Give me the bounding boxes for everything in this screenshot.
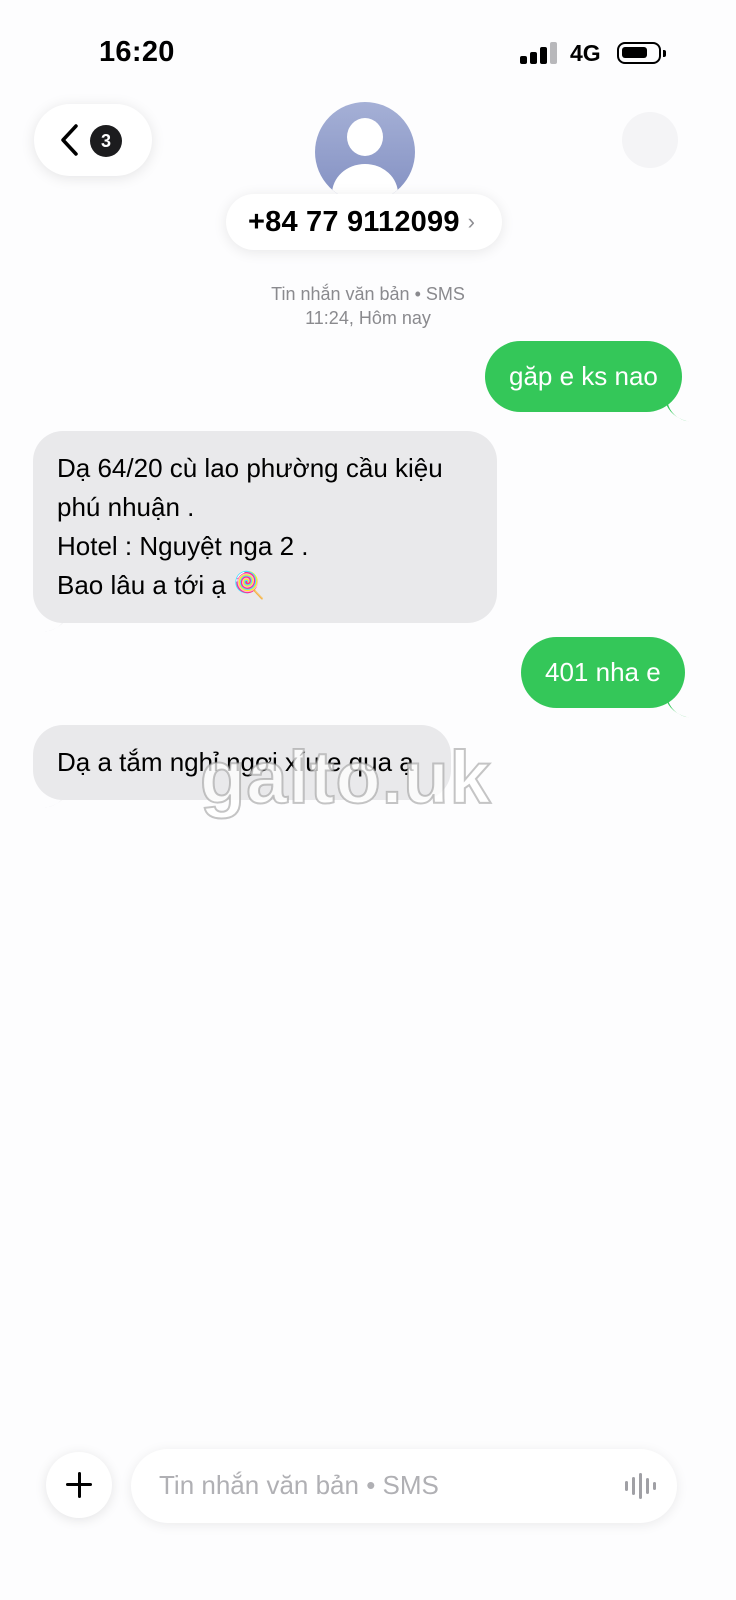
chevron-right-icon: › — [467, 209, 475, 234]
bubble-tail — [667, 400, 691, 422]
person-icon[interactable] — [315, 102, 415, 202]
video-call-button[interactable] — [622, 112, 678, 168]
message-input[interactable]: Tin nhắn văn bản • SMS — [131, 1449, 677, 1523]
incoming-message[interactable]: Dạ 64/20 cù lao phường cầu kiệu phú nhuậ… — [33, 431, 497, 623]
plus-icon[interactable] — [46, 1452, 112, 1518]
signal-icon — [520, 42, 558, 64]
bubble-tail — [44, 610, 68, 632]
outgoing-message[interactable]: 401 nha e — [521, 637, 685, 708]
message-text-line: Hotel : Nguyệt nga 2 . — [57, 531, 309, 561]
message-text: 401 nha e — [545, 657, 661, 687]
status-time: 16:20 — [99, 36, 175, 68]
message-text-line: Dạ 64/20 cù lao phường cầu kiệu — [57, 453, 443, 483]
message-type-label: Tin nhắn văn bản • SMS — [271, 284, 465, 304]
unread-badge: 3 — [90, 125, 122, 157]
battery-icon — [617, 42, 666, 64]
watermark: galto.uk — [199, 735, 492, 820]
message-timestamp: 11:24, Hôm nay — [305, 308, 431, 328]
bubble-tail — [667, 696, 691, 718]
message-text-line: phú nhuận . — [57, 492, 195, 522]
outgoing-message[interactable]: găp e ks nao — [485, 341, 682, 412]
contact-name-button[interactable]: +84 77 9112099 › — [226, 194, 502, 250]
audio-waveform-icon[interactable] — [625, 1473, 656, 1499]
contact-number: +84 77 9112099 — [248, 205, 460, 238]
network-label: 4G — [570, 40, 601, 66]
message-text: găp e ks nao — [509, 361, 658, 391]
back-button[interactable]: 3 — [34, 104, 152, 176]
message-text-line: Bao lâu a tới ạ 🍭 — [57, 570, 266, 600]
bubble-tail — [44, 786, 68, 808]
message-input-placeholder: Tin nhắn văn bản • SMS — [159, 1470, 439, 1500]
back-chevron-icon — [61, 124, 78, 156]
